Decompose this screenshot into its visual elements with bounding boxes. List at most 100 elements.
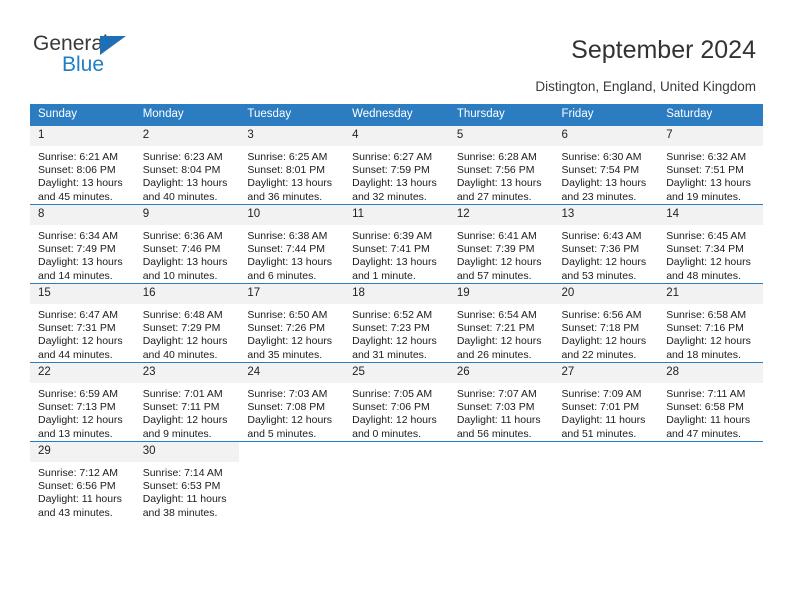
calendar-day-cell[interactable]: 8 Sunrise: 6:34 AM Sunset: 7:49 PM Daylight… xyxy=(30,204,135,284)
sunset-time: Sunset: 7:26 PM xyxy=(247,322,326,335)
day-number xyxy=(553,442,659,462)
sunset-time: Sunset: 7:23 PM xyxy=(352,322,430,335)
sunset-time: Sunset: 6:56 PM xyxy=(38,480,116,493)
weekday-header-friday: Friday xyxy=(553,104,659,126)
day-sun-info: Sunrise: 6:21 AM Sunset: 8:06 PM Daylight:… xyxy=(30,146,135,204)
sunset-time: Sunset: 7:56 PM xyxy=(456,164,535,177)
calendar-day-cell[interactable]: 10 Sunrise: 6:38 AM Sunset: 7:44 PM Dayligh… xyxy=(239,204,345,284)
daylight-duration-line1: Daylight: 13 hours xyxy=(352,177,437,190)
day-number xyxy=(658,442,763,462)
daylight-duration-line2: and 10 minutes. xyxy=(142,269,218,282)
sunset-time: Sunset: 6:58 PM xyxy=(666,401,744,414)
sunrise-time: Sunrise: 7:09 AM xyxy=(561,388,642,400)
sunrise-time: Sunrise: 6:21 AM xyxy=(38,151,118,163)
day-number: 15 xyxy=(30,284,135,304)
daylight-duration-line2: and 35 minutes. xyxy=(247,348,323,361)
sunset-time: Sunset: 7:18 PM xyxy=(561,322,640,335)
sunset-time: Sunset: 8:04 PM xyxy=(142,164,221,177)
day-sun-info: Sunrise: 6:50 AM Sunset: 7:26 PM Daylight:… xyxy=(239,304,344,362)
daylight-duration-line1: Daylight: 13 hours xyxy=(142,256,228,269)
calendar-day-cell[interactable]: 12 Sunrise: 6:41 AM Sunset: 7:39 PM Dayligh… xyxy=(448,204,554,284)
sunrise-time: Sunrise: 6:23 AM xyxy=(142,151,223,163)
calendar-day-cell[interactable]: 5 Sunrise: 6:28 AM Sunset: 7:56 PM Daylight… xyxy=(448,125,554,205)
daylight-duration-line2: and 36 minutes. xyxy=(247,190,323,203)
day-sun-info: Sunrise: 6:41 AM Sunset: 7:39 PM Daylight:… xyxy=(449,225,554,283)
calendar-day-cell[interactable]: 19 Sunrise: 6:54 AM Sunset: 7:21 PM Dayligh… xyxy=(448,283,554,363)
calendar-day-cell[interactable]: 22 Sunrise: 6:59 AM Sunset: 7:13 PM Dayligh… xyxy=(30,362,135,442)
day-sun-info: Sunrise: 7:01 AM Sunset: 7:11 PM Daylight:… xyxy=(135,383,240,441)
daylight-duration-line2: and 47 minutes. xyxy=(666,427,741,440)
calendar-day-cell[interactable]: 7 Sunrise: 6:32 AM Sunset: 7:51 PM Daylight… xyxy=(658,125,763,205)
calendar-day-cell[interactable]: 13 Sunrise: 6:43 AM Sunset: 7:36 PM Dayligh… xyxy=(553,204,659,284)
day-number: 25 xyxy=(344,363,449,383)
page-subtitle-location: Distington, England, United Kingdom xyxy=(535,79,756,94)
daylight-duration-line1: Daylight: 12 hours xyxy=(142,335,228,348)
daylight-duration-line2: and 1 minute. xyxy=(352,269,416,282)
day-sun-info: Sunrise: 6:59 AM Sunset: 7:13 PM Daylight:… xyxy=(30,383,135,441)
sunrise-time: Sunrise: 6:38 AM xyxy=(247,230,328,242)
day-number: 17 xyxy=(239,284,345,304)
calendar-day-cell[interactable]: 23 Sunrise: 7:01 AM Sunset: 7:11 PM Dayligh… xyxy=(134,362,240,442)
calendar-empty-cell xyxy=(239,441,345,520)
sunrise-time: Sunrise: 6:54 AM xyxy=(456,309,537,321)
calendar-day-cell[interactable]: 4 Sunrise: 6:27 AM Sunset: 7:59 PM Daylight… xyxy=(344,125,449,205)
calendar-day-cell[interactable]: 1 Sunrise: 6:21 AM Sunset: 8:06 PM Daylight… xyxy=(30,125,135,205)
day-number: 20 xyxy=(553,284,659,304)
page-header: General Blue September 2024 Distington, … xyxy=(0,0,792,100)
calendar-day-cell[interactable]: 26 Sunrise: 7:07 AM Sunset: 7:03 PM Dayligh… xyxy=(448,362,554,442)
calendar-day-cell[interactable]: 30 Sunrise: 7:14 AM Sunset: 6:53 PM Dayligh… xyxy=(134,441,240,520)
calendar-day-cell[interactable]: 2 Sunrise: 6:23 AM Sunset: 8:04 PM Daylight… xyxy=(134,125,240,205)
weekday-header-wednesday: Wednesday xyxy=(344,104,449,126)
calendar-day-cell[interactable]: 6 Sunrise: 6:30 AM Sunset: 7:54 PM Daylight… xyxy=(553,125,659,205)
daylight-duration-line2: and 56 minutes. xyxy=(456,427,532,440)
day-sun-info: Sunrise: 6:23 AM Sunset: 8:04 PM Daylight:… xyxy=(135,146,240,204)
sunrise-time: Sunrise: 7:12 AM xyxy=(38,467,118,479)
calendar-empty-cell xyxy=(553,441,659,520)
calendar-day-cell[interactable]: 18 Sunrise: 6:52 AM Sunset: 7:23 PM Dayligh… xyxy=(344,283,449,363)
calendar-day-cell[interactable]: 9 Sunrise: 6:36 AM Sunset: 7:46 PM Daylight… xyxy=(134,204,240,284)
calendar-day-cell[interactable]: 11 Sunrise: 6:39 AM Sunset: 7:41 PM Dayligh… xyxy=(344,204,449,284)
calendar-day-cell[interactable]: 3 Sunrise: 6:25 AM Sunset: 8:01 PM Daylight… xyxy=(239,125,345,205)
daylight-duration-line1: Daylight: 12 hours xyxy=(666,256,751,269)
day-number: 13 xyxy=(553,205,659,225)
calendar-day-cell[interactable]: 29 Sunrise: 7:12 AM Sunset: 6:56 PM Dayligh… xyxy=(30,441,135,520)
daylight-duration-line2: and 13 minutes. xyxy=(38,427,113,440)
daylight-duration-line2: and 19 minutes. xyxy=(666,190,741,203)
day-number: 8 xyxy=(30,205,135,225)
sunset-time: Sunset: 7:51 PM xyxy=(666,164,744,177)
calendar-day-cell[interactable]: 27 Sunrise: 7:09 AM Sunset: 7:01 PM Dayligh… xyxy=(553,362,659,442)
sunset-time: Sunset: 7:21 PM xyxy=(456,322,535,335)
daylight-duration-line1: Daylight: 12 hours xyxy=(352,335,437,348)
calendar-day-cell[interactable]: 16 Sunrise: 6:48 AM Sunset: 7:29 PM Dayligh… xyxy=(134,283,240,363)
sunrise-time: Sunrise: 6:34 AM xyxy=(38,230,118,242)
calendar-day-cell[interactable]: 28 Sunrise: 7:11 AM Sunset: 6:58 PM Dayligh… xyxy=(658,362,763,442)
sunset-time: Sunset: 8:06 PM xyxy=(38,164,116,177)
day-number: 6 xyxy=(553,126,659,146)
page-title: September 2024 xyxy=(571,36,756,64)
calendar-week-row: 1 Sunrise: 6:21 AM Sunset: 8:06 PM Daylight… xyxy=(30,125,763,205)
sunrise-time: Sunrise: 6:36 AM xyxy=(142,230,223,242)
day-sun-info: Sunrise: 6:34 AM Sunset: 7:49 PM Daylight:… xyxy=(30,225,135,283)
calendar-day-cell[interactable]: 15 Sunrise: 6:47 AM Sunset: 7:31 PM Dayligh… xyxy=(30,283,135,363)
generalblue-logo[interactable]: General Blue xyxy=(33,33,213,83)
daylight-duration-line1: Daylight: 13 hours xyxy=(456,177,542,190)
sunrise-time: Sunrise: 7:11 AM xyxy=(666,388,746,400)
weekday-header-tuesday: Tuesday xyxy=(239,104,345,126)
calendar-day-cell[interactable]: 24 Sunrise: 7:03 AM Sunset: 7:08 PM Dayligh… xyxy=(239,362,345,442)
sunrise-time: Sunrise: 6:39 AM xyxy=(352,230,433,242)
day-number: 9 xyxy=(134,205,240,225)
calendar-day-cell[interactable]: 14 Sunrise: 6:45 AM Sunset: 7:34 PM Dayligh… xyxy=(658,204,763,284)
sunset-time: Sunset: 7:03 PM xyxy=(456,401,535,414)
day-sun-info: Sunrise: 6:36 AM Sunset: 7:46 PM Daylight:… xyxy=(135,225,240,283)
calendar-day-cell[interactable]: 20 Sunrise: 6:56 AM Sunset: 7:18 PM Dayligh… xyxy=(553,283,659,363)
sunrise-time: Sunrise: 6:52 AM xyxy=(352,309,433,321)
day-number xyxy=(239,442,345,462)
calendar-day-cell[interactable]: 17 Sunrise: 6:50 AM Sunset: 7:26 PM Dayligh… xyxy=(239,283,345,363)
sunset-time: Sunset: 7:34 PM xyxy=(666,243,744,256)
day-number: 14 xyxy=(658,205,763,225)
calendar-day-cell[interactable]: 25 Sunrise: 7:05 AM Sunset: 7:06 PM Dayligh… xyxy=(344,362,449,442)
calendar-empty-cell xyxy=(658,441,763,520)
calendar-week-row: 29 Sunrise: 7:12 AM Sunset: 6:56 PM Dayligh… xyxy=(30,441,763,520)
daylight-duration-line1: Daylight: 13 hours xyxy=(38,256,123,269)
calendar-day-cell[interactable]: 21 Sunrise: 6:58 AM Sunset: 7:16 PM Dayligh… xyxy=(658,283,763,363)
